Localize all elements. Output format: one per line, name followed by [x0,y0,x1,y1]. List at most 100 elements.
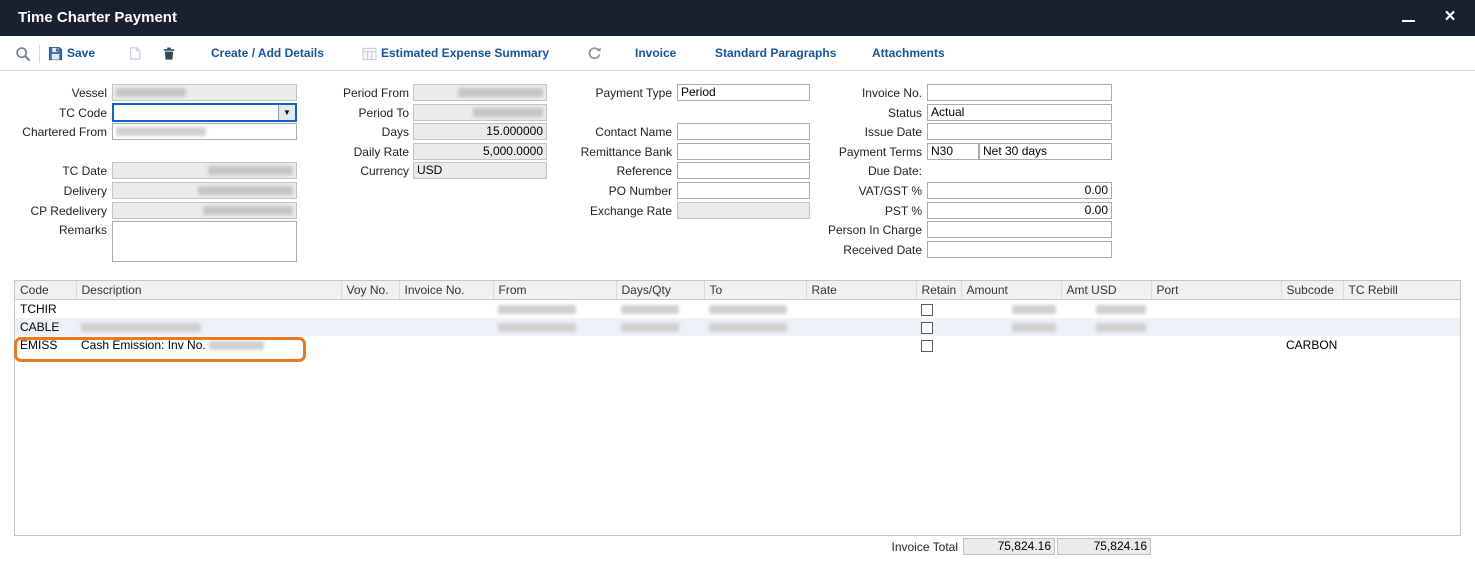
search-icon[interactable] [15,46,32,62]
cp-redelivery-field[interactable] [112,202,297,219]
cell-port[interactable] [1151,336,1281,354]
column-header-to[interactable]: To [704,281,806,300]
refresh-icon[interactable] [587,46,604,62]
payment-terms-desc-field[interactable]: Net 30 days [979,143,1112,160]
cell-code[interactable]: TCHIR [15,300,76,319]
column-header-retain[interactable]: Retain [916,281,961,300]
table-row[interactable]: TCHIR [15,300,1461,319]
po-number-field[interactable] [677,182,810,199]
person-in-charge-field[interactable] [927,221,1112,238]
retain-checkbox[interactable] [921,322,933,334]
delivery-field[interactable] [112,182,297,199]
cell-from[interactable] [493,300,616,319]
save-icon[interactable] [48,46,65,62]
cell-amt-usd[interactable] [1061,318,1151,336]
status-field[interactable]: Actual [927,104,1112,121]
trash-icon[interactable] [162,46,179,62]
cell-subcode[interactable] [1281,300,1343,319]
cell-to[interactable] [704,300,806,319]
column-header-amount[interactable]: Amount [961,281,1061,300]
period-to-field[interactable] [413,104,547,121]
cell-port[interactable] [1151,300,1281,319]
received-date-field[interactable] [927,241,1112,258]
cell-days-qty[interactable] [616,318,704,336]
days-field[interactable]: 15.000000 [413,123,547,140]
cell-amount[interactable] [961,300,1061,319]
column-header-code[interactable]: Code [15,281,76,300]
daily-rate-field[interactable]: 5,000.0000 [413,143,547,160]
estimated-expense-summary-button[interactable]: Estimated Expense Summary [381,36,549,71]
column-header-invoice-no[interactable]: Invoice No. [399,281,493,300]
create-add-details-button[interactable]: Create / Add Details [211,36,324,71]
cell-amt-usd[interactable] [1061,336,1151,354]
column-header-amt-usd[interactable]: Amt USD [1061,281,1151,300]
cell-invoice-no[interactable] [399,318,493,336]
cell-description[interactable] [76,300,341,319]
table-row[interactable]: EMISS Cash Emission: Inv No. CARBON [15,336,1461,354]
cell-retain[interactable] [916,336,961,354]
contact-name-field[interactable] [677,123,810,140]
cell-days-qty[interactable] [616,300,704,319]
chartered-from-field[interactable] [112,123,297,140]
retain-checkbox[interactable] [921,304,933,316]
payment-terms-code-field[interactable]: N30 [927,143,979,160]
column-header-days-qty[interactable]: Days/Qty [616,281,704,300]
issue-date-field[interactable] [927,123,1112,140]
close-button[interactable]: × [1435,0,1465,36]
cell-from[interactable] [493,336,616,354]
vessel-field[interactable] [112,84,297,101]
vat-gst-field[interactable]: 0.00 [927,182,1112,199]
cell-subcode[interactable] [1281,318,1343,336]
column-header-description[interactable]: Description [76,281,341,300]
cell-code[interactable]: CABLE [15,318,76,336]
cell-tc-rebill[interactable] [1343,336,1461,354]
standard-paragraphs-button[interactable]: Standard Paragraphs [715,36,836,71]
cell-amount[interactable] [961,318,1061,336]
attachments-button[interactable]: Attachments [872,36,945,71]
column-header-subcode[interactable]: Subcode [1281,281,1343,300]
cell-subcode[interactable]: CARBON [1281,336,1343,354]
cell-to[interactable] [704,336,806,354]
payment-type-field[interactable]: Period [677,84,810,101]
cell-invoice-no[interactable] [399,336,493,354]
minimize-button[interactable] [1393,0,1423,36]
column-header-port[interactable]: Port [1151,281,1281,300]
cell-voy-no[interactable] [341,300,399,319]
cell-rate[interactable] [806,318,916,336]
cell-description[interactable] [76,318,341,336]
retain-checkbox[interactable] [921,340,933,352]
chevron-down-icon[interactable]: ▼ [278,105,295,120]
currency-field[interactable]: USD [413,162,547,179]
cell-invoice-no[interactable] [399,300,493,319]
cell-days-qty[interactable] [616,336,704,354]
cell-tc-rebill[interactable] [1343,318,1461,336]
cell-retain[interactable] [916,318,961,336]
cell-amt-usd[interactable] [1061,300,1151,319]
copy-icon[interactable] [128,46,145,62]
cell-to[interactable] [704,318,806,336]
table-row[interactable]: CABLE [15,318,1461,336]
invoice-button[interactable]: Invoice [635,36,676,71]
cell-tc-rebill[interactable] [1343,300,1461,319]
period-from-field[interactable] [413,84,547,101]
tc-date-field[interactable] [112,162,297,179]
cell-rate[interactable] [806,336,916,354]
column-header-rate[interactable]: Rate [806,281,916,300]
cell-from[interactable] [493,318,616,336]
cell-code[interactable]: EMISS [15,336,76,354]
cell-voy-no[interactable] [341,336,399,354]
cell-retain[interactable] [916,300,961,319]
invoice-no-field[interactable] [927,84,1112,101]
column-header-voy-no[interactable]: Voy No. [341,281,399,300]
column-header-from[interactable]: From [493,281,616,300]
pst-field[interactable]: 0.00 [927,202,1112,219]
cell-amount[interactable] [961,336,1061,354]
remittance-bank-field[interactable] [677,143,810,160]
cell-voy-no[interactable] [341,318,399,336]
tc-code-dropdown[interactable]: ▼ [112,103,297,122]
cell-port[interactable] [1151,318,1281,336]
save-button[interactable]: Save [67,36,95,71]
cell-rate[interactable] [806,300,916,319]
exchange-rate-field[interactable] [677,202,810,219]
column-header-tc-rebill[interactable]: TC Rebill [1343,281,1461,300]
